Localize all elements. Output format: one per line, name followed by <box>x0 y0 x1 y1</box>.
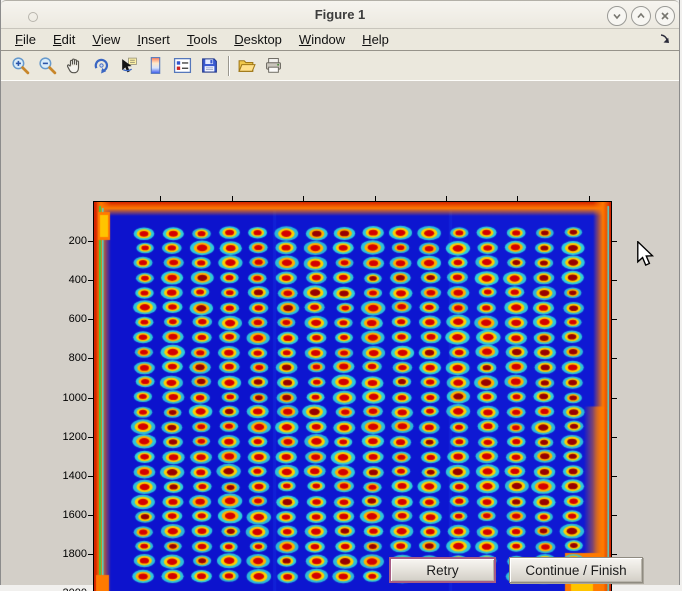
tick-mark <box>611 358 617 359</box>
tick-mark <box>88 554 94 555</box>
print-button[interactable] <box>263 56 283 76</box>
tick-mark <box>88 437 94 438</box>
zoom-in-button[interactable] <box>10 56 30 76</box>
close-button[interactable] <box>655 6 675 26</box>
menu-item-file[interactable]: File <box>15 32 36 47</box>
tick-mark <box>88 241 94 242</box>
rotate-3d-button[interactable] <box>91 56 111 76</box>
figure-canvas-area: 2004006008001000120014002004006008001000… <box>1 81 679 585</box>
y-tick-label: 1200 <box>41 431 87 443</box>
y-tick-label: 1000 <box>41 392 87 404</box>
y-tick-label: 1800 <box>41 548 87 560</box>
y-tick-label: 2000 <box>41 587 87 591</box>
screen: Figure 1 File Edit View Insert Tools Desktop W… <box>0 0 682 591</box>
tick-mark <box>611 319 617 320</box>
y-tick-label: 1600 <box>41 509 87 521</box>
y-tick-label: 800 <box>41 352 87 364</box>
menu-item-help[interactable]: Help <box>362 32 389 47</box>
figure-window: Figure 1 File Edit View Insert Tools Desktop W… <box>0 0 680 585</box>
tick-mark <box>446 196 447 202</box>
dock-figure-icon[interactable] <box>658 32 671 48</box>
menu-item-insert[interactable]: Insert <box>137 32 170 47</box>
menu-item-desktop[interactable]: Desktop <box>234 32 282 47</box>
tick-mark <box>589 196 590 202</box>
menu-item-window[interactable]: Window <box>299 32 345 47</box>
open-button[interactable] <box>236 56 256 76</box>
colorbar-button[interactable] <box>145 56 165 76</box>
toolbar <box>1 51 679 81</box>
pan-button[interactable] <box>64 56 84 76</box>
tick-mark <box>88 515 94 516</box>
retry-button[interactable]: Retry <box>389 557 496 583</box>
y-tick-label: 400 <box>41 274 87 286</box>
menu-item-edit[interactable]: Edit <box>53 32 75 47</box>
tick-mark <box>160 196 161 202</box>
tick-mark <box>232 196 233 202</box>
save-button[interactable] <box>199 56 219 76</box>
y-tick-label: 1400 <box>41 470 87 482</box>
tick-mark <box>611 515 617 516</box>
tick-mark <box>88 358 94 359</box>
window-controls <box>607 6 675 26</box>
tick-mark <box>611 554 617 555</box>
y-tick-label: 200 <box>41 235 87 247</box>
plate-heatmap-image <box>94 202 611 591</box>
tick-mark <box>611 241 617 242</box>
toolbar-separator <box>228 56 230 76</box>
maximize-button[interactable] <box>631 6 651 26</box>
mouse-cursor-icon <box>637 241 655 267</box>
menu-item-tools[interactable]: Tools <box>187 32 217 47</box>
legend-button[interactable] <box>172 56 192 76</box>
y-tick-label: 600 <box>41 313 87 325</box>
menu-item-view[interactable]: View <box>92 32 120 47</box>
tick-mark <box>611 476 617 477</box>
continue-finish-button[interactable]: Continue / Finish <box>509 557 643 583</box>
tick-mark <box>303 196 304 202</box>
tick-mark <box>88 280 94 281</box>
zoom-out-button[interactable] <box>37 56 57 76</box>
tick-mark <box>88 319 94 320</box>
tick-mark <box>611 398 617 399</box>
tick-mark <box>375 196 376 202</box>
data-cursor-button[interactable] <box>118 56 138 76</box>
tick-mark <box>88 476 94 477</box>
tick-mark <box>611 280 617 281</box>
minimize-button[interactable] <box>607 6 627 26</box>
tick-mark <box>88 398 94 399</box>
menubar: File Edit View Insert Tools Desktop Window Help <box>1 29 679 51</box>
window-title: Figure 1 <box>1 7 679 22</box>
tick-mark <box>517 196 518 202</box>
titlebar[interactable]: Figure 1 <box>1 0 679 29</box>
tick-mark <box>611 437 617 438</box>
